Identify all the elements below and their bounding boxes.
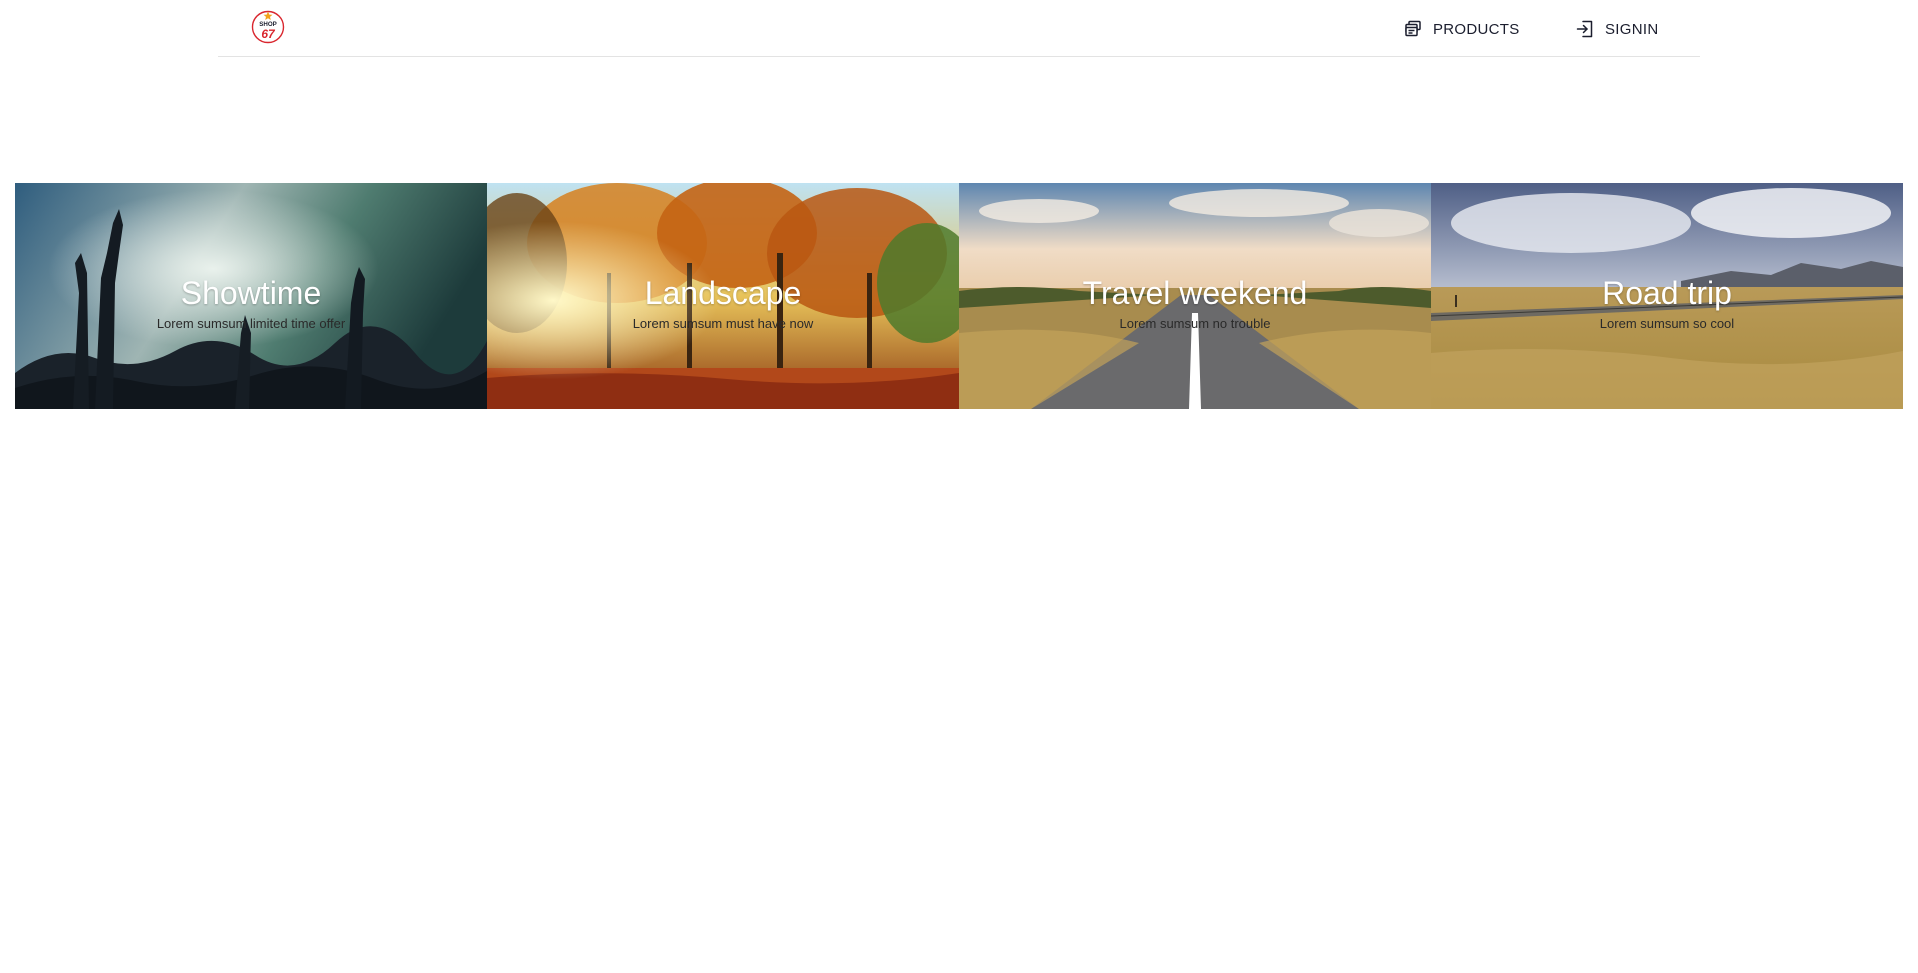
nav-products-label: PRODUCTS (1433, 20, 1520, 38)
logo-graphic: SHOP 67 (251, 10, 285, 44)
shop67-logo[interactable]: SHOP 67 (251, 10, 285, 44)
hero-card-title: Landscape (644, 275, 802, 311)
hero-card-title: Travel weekend (1082, 275, 1308, 311)
hero-card-subtitle: Lorem sumsum so cool (1599, 316, 1735, 331)
hero-card-travel-weekend[interactable]: Travel weekend Lorem sumsum no trouble (959, 183, 1431, 409)
signin-icon (1574, 18, 1596, 40)
hero-card-subtitle: Lorem sumsum no trouble (1119, 316, 1271, 331)
nav-signin-link[interactable]: SIGNIN (1574, 18, 1658, 40)
hero-card-landscape[interactable]: Landscape Lorem sumsum must have now (487, 183, 959, 409)
hero-card-showtime[interactable]: Showtime Lorem sumsum limited time offer (15, 183, 487, 409)
hero-carousel: Showtime Lorem sumsum limited time offer (15, 183, 1903, 409)
hero-card-caption: Landscape Lorem sumsum must have now (487, 275, 959, 333)
hero-card-caption: Road trip Lorem sumsum so cool (1431, 275, 1903, 333)
hero-card-subtitle: Lorem sumsum limited time offer (156, 316, 346, 331)
hero-card-title: Road trip (1602, 275, 1732, 311)
hero-card-title: Showtime (180, 275, 322, 311)
products-icon (1402, 18, 1424, 40)
nav-signin-label: SIGNIN (1605, 20, 1659, 38)
hero-card-subtitle: Lorem sumsum must have now (632, 316, 814, 331)
nav-products-link[interactable]: PRODUCTS (1402, 18, 1520, 40)
hero-card-caption: Showtime Lorem sumsum limited time offer (15, 275, 487, 333)
top-navbar: SHOP 67 PRODUCTS SIGNIN (218, 0, 1700, 57)
hero-card-caption: Travel weekend Lorem sumsum no trouble (959, 275, 1431, 333)
svg-text:67: 67 (261, 27, 276, 41)
hero-card-road-trip[interactable]: Road trip Lorem sumsum so cool (1431, 183, 1903, 409)
